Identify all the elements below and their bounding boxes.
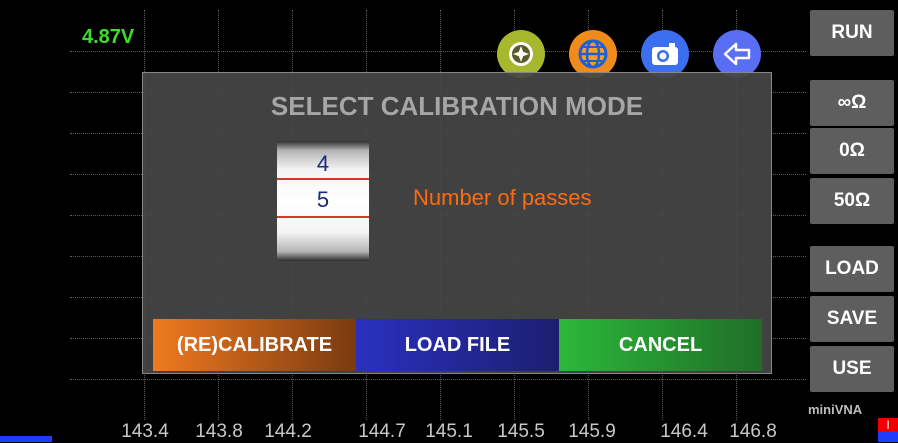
status-indicator-blue	[878, 432, 898, 442]
voltage-readout: 4.87V	[82, 26, 135, 48]
x-tick-label: 146.4	[660, 421, 708, 442]
status-indicator-red: I	[878, 418, 898, 432]
crosshair-icon[interactable]	[497, 30, 545, 78]
load-50-calibration-button[interactable]: 50Ω	[810, 178, 894, 224]
x-axis-ticks: 143.4 143.8 144.2 144.7 145.1 145.5 145.…	[0, 420, 806, 442]
grid-line	[70, 379, 806, 380]
short-calibration-button[interactable]: 0Ω	[810, 128, 894, 174]
passes-number-picker[interactable]: 4 5	[277, 141, 369, 261]
run-button[interactable]: RUN	[810, 10, 894, 56]
load-button[interactable]: LOAD	[810, 246, 894, 292]
x-tick-label: 143.4	[121, 421, 169, 442]
grid-line	[70, 51, 806, 52]
x-tick-label: 143.8	[195, 421, 243, 442]
globe-icon[interactable]	[569, 30, 617, 78]
picker-value-selected[interactable]: 5	[277, 187, 369, 213]
brand-label: miniVNA	[808, 402, 863, 417]
cancel-button[interactable]: CANCEL	[559, 319, 762, 371]
picker-divider	[277, 178, 369, 180]
back-arrow-icon[interactable]	[713, 30, 761, 78]
sidebar: RUN ∞Ω 0Ω 50Ω LOAD SAVE USE	[806, 0, 898, 442]
x-tick-label: 145.9	[568, 421, 616, 442]
x-tick-label: 146.8	[729, 421, 777, 442]
load-file-button[interactable]: LOAD FILE	[356, 319, 559, 371]
x-tick-label: 145.5	[497, 421, 545, 442]
use-button[interactable]: USE	[810, 346, 894, 392]
dialog-title: SELECT CALIBRATION MODE	[270, 91, 644, 121]
marker-bar	[0, 436, 52, 442]
open-calibration-button[interactable]: ∞Ω	[810, 80, 894, 126]
passes-label: Number of passes	[413, 185, 592, 210]
picker-divider	[277, 216, 369, 218]
save-button[interactable]: SAVE	[810, 296, 894, 342]
x-tick-label: 145.1	[425, 421, 473, 442]
x-tick-label: 144.7	[358, 421, 406, 442]
picker-value-previous[interactable]: 4	[277, 151, 369, 177]
calibration-dialog: SELECT CALIBRATION MODE 4 5 Number of pa…	[142, 72, 772, 374]
camera-icon[interactable]	[641, 30, 689, 78]
x-tick-label: 144.2	[264, 421, 312, 442]
recalibrate-button[interactable]: (RE)CALIBRATE	[153, 319, 356, 371]
